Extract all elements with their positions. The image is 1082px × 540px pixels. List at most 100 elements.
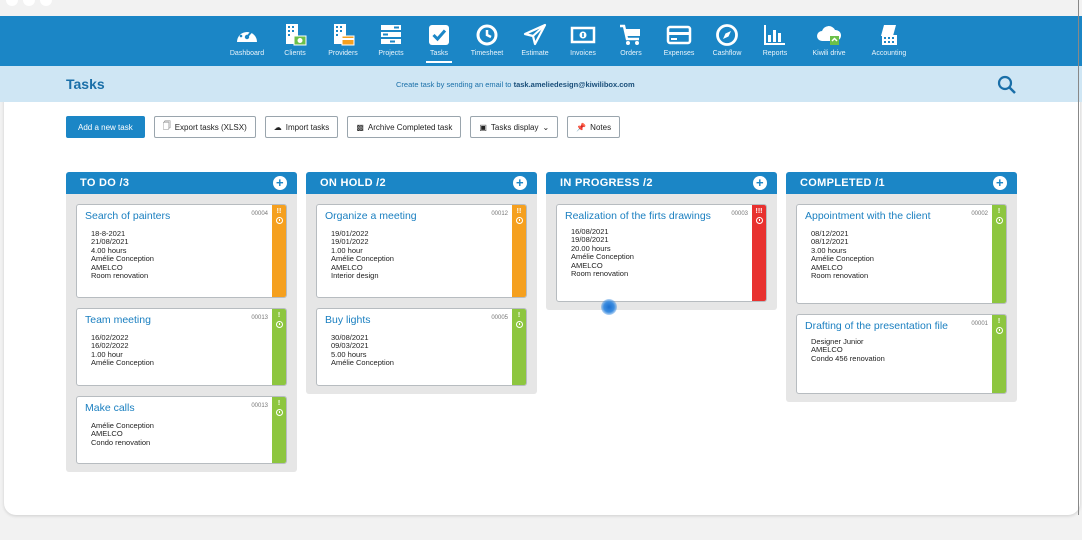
priority-bar: !: [272, 397, 286, 463]
nav-label: Invoices: [570, 50, 596, 57]
nav-label: Dashboard: [229, 50, 265, 57]
cloud-upload-icon: ☁: [273, 122, 282, 132]
window-dot[interactable]: [40, 0, 52, 6]
nav-label: Timesheet: [470, 50, 504, 57]
clock-icon: [275, 217, 283, 224]
task-title[interactable]: Buy lights: [325, 315, 506, 326]
task-card[interactable]: Search of painters 00004 18-8-2021 21/08…: [76, 204, 287, 298]
archive-button[interactable]: ▩ Archive Completed task: [347, 116, 462, 138]
priority-bar: !!: [272, 205, 286, 297]
task-card[interactable]: Organize a meeting 00012 19/01/2022 19/0…: [316, 204, 527, 298]
column-in-progress: IN PROGRESS /2 + Realization of the firts…: [546, 172, 777, 310]
nav-cashflow[interactable]: Cashflow: [704, 16, 750, 66]
priority-bar: !: [512, 309, 526, 385]
email-hint-address[interactable]: task.ameliedesign@kiwilibox.com: [514, 80, 635, 89]
task-title[interactable]: Realization of the firts drawings: [565, 211, 746, 222]
priority-mark: !!: [276, 208, 282, 215]
task-number: 00005: [491, 315, 508, 321]
nav-expenses[interactable]: Expenses: [656, 16, 702, 66]
import-label: Import tasks: [285, 122, 330, 132]
priority-bar: !!: [512, 205, 526, 297]
nav-label: Expenses: [663, 50, 695, 57]
window-dot[interactable]: [23, 0, 35, 6]
search-icon[interactable]: [997, 75, 1017, 95]
add-task-button[interactable]: Add a new task: [66, 116, 145, 138]
task-card[interactable]: Appointment with the client 00002 08/12/…: [796, 204, 1007, 304]
task-card[interactable]: Realization of the firts drawings 00003 …: [556, 204, 767, 302]
add-task-plus-icon[interactable]: +: [753, 176, 767, 190]
task-title[interactable]: Team meeting: [85, 315, 266, 326]
add-task-plus-icon[interactable]: +: [273, 176, 287, 190]
edge-divider: [1078, 0, 1079, 515]
export-tasks-button[interactable]: 🗍 Export tasks (XLSX): [153, 116, 256, 138]
page-header: Tasks Create task by sending an email to…: [0, 66, 1082, 102]
task-card[interactable]: Buy lights 00005 30/08/2021 09/03/2021 5…: [316, 308, 527, 386]
window-dot[interactable]: [6, 0, 18, 6]
clock-icon: [515, 217, 523, 224]
task-title[interactable]: Make calls: [85, 403, 266, 414]
nav-reports[interactable]: Reports: [752, 16, 798, 66]
priority-bar: !: [272, 309, 286, 385]
task-number: 00003: [731, 211, 748, 217]
clock-icon: [995, 327, 1003, 334]
column-header: TO DO /3 +: [66, 172, 297, 194]
clock-icon: [476, 24, 498, 46]
task-details: 08/12/2021 08/12/2021 3.00 hours Amélie …: [805, 229, 986, 280]
add-task-plus-icon[interactable]: +: [993, 176, 1007, 190]
tasks-display-dropdown[interactable]: ▣ Tasks display ⌄: [470, 116, 559, 138]
nav-estimate[interactable]: Estimate: [512, 16, 558, 66]
laptop-icon: ▣: [479, 122, 487, 132]
task-card[interactable]: Drafting of the presentation file 00001 …: [796, 314, 1007, 394]
nav-kiwili-drive[interactable]: Kiwili drive: [800, 16, 858, 66]
task-assignee: Amélie Conception: [91, 358, 154, 368]
pin-icon: 📌: [576, 122, 587, 132]
nav-projects[interactable]: Projects: [368, 16, 414, 66]
notes-button[interactable]: 📌 Notes: [567, 116, 621, 138]
clock-icon: [995, 217, 1003, 224]
nav-tasks[interactable]: Tasks: [416, 16, 462, 66]
main-nav: Dashboard Clients Providers Projects Tas…: [0, 16, 1082, 66]
page-title: Tasks: [66, 76, 105, 92]
nav-accounting[interactable]: Accounting: [860, 16, 918, 66]
nav-dashboard[interactable]: Dashboard: [224, 16, 270, 66]
priority-mark: !: [997, 208, 1001, 215]
clock-icon: [755, 217, 763, 224]
task-number: 00013: [251, 403, 268, 409]
task-details: 16/08/2021 19/08/2021 20.00 hours Amélie…: [565, 227, 746, 278]
clock-icon: [275, 409, 283, 416]
import-tasks-button[interactable]: ☁ Import tasks: [264, 116, 339, 138]
task-number: 00001: [971, 321, 988, 327]
cloud-icon: [817, 26, 842, 45]
nav-orders[interactable]: Orders: [608, 16, 654, 66]
nav-invoices[interactable]: Invoices: [560, 16, 606, 66]
task-project: Condo renovation: [91, 437, 151, 447]
clock-icon: [275, 321, 283, 328]
archive-icon: ▩: [356, 122, 364, 132]
nav-label: Tasks: [430, 50, 448, 57]
nav-providers[interactable]: Providers: [320, 16, 366, 66]
column-todo: TO DO /3 + Search of painters 00004 18-8-…: [66, 172, 297, 472]
column-title: IN PROGRESS /2: [560, 177, 653, 189]
nav-timesheet[interactable]: Timesheet: [464, 16, 510, 66]
add-task-plus-icon[interactable]: +: [513, 176, 527, 190]
priority-mark: !: [277, 312, 281, 319]
export-file-icon: 🗍: [162, 121, 171, 130]
add-task-label: Add a new task: [78, 122, 133, 132]
window-chrome: [0, 0, 1082, 16]
nav-clients[interactable]: Clients: [272, 16, 318, 66]
cart-icon: [620, 24, 640, 45]
task-title[interactable]: Organize a meeting: [325, 211, 506, 222]
priority-mark: !: [277, 400, 281, 407]
task-card[interactable]: Team meeting 00013 16/02/2022 16/02/2022…: [76, 308, 287, 386]
task-title[interactable]: Appointment with the client: [805, 211, 986, 222]
paper-plane-icon: [523, 23, 547, 46]
nav-label: Reports: [762, 50, 788, 57]
task-card[interactable]: Make calls 00013 Amélie Conception AMELC…: [76, 396, 287, 464]
column-title: COMPLETED /1: [800, 177, 885, 189]
nav-label: Providers: [328, 50, 358, 57]
task-title[interactable]: Drafting of the presentation file: [805, 321, 986, 332]
providers-icon: [334, 24, 355, 46]
task-title[interactable]: Search of painters: [85, 211, 266, 222]
projects-icon: [381, 25, 401, 44]
nav-label: Cashflow: [712, 50, 742, 57]
